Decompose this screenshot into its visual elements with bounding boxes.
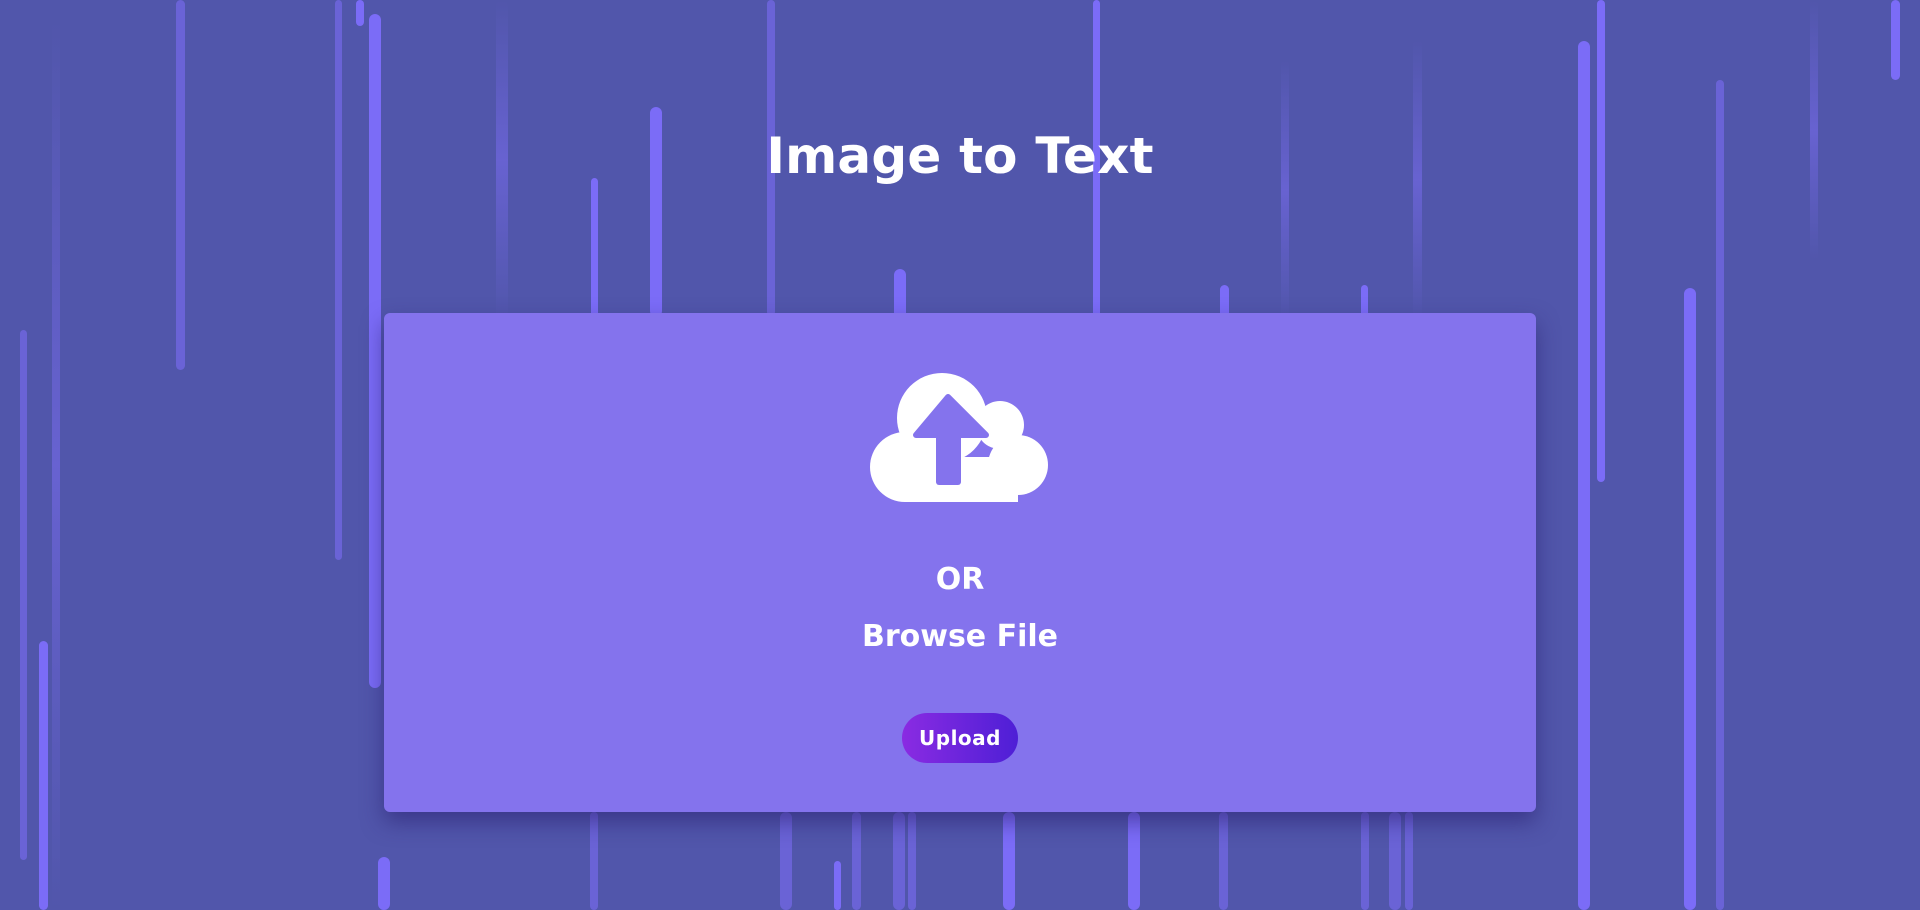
background-stripe — [1597, 0, 1605, 482]
background-stripe — [1128, 812, 1140, 910]
background-stripe — [1219, 812, 1228, 910]
background-stripe — [1405, 812, 1413, 910]
background-stripe — [590, 812, 598, 910]
page-title: Image to Text — [766, 127, 1154, 185]
background-stripe — [908, 812, 916, 910]
background-stripe — [894, 269, 906, 319]
background-stripe — [369, 14, 381, 688]
browse-file-link[interactable]: Browse File — [384, 617, 1536, 657]
background-stripe — [20, 330, 27, 860]
background-stripe — [378, 857, 390, 910]
cloud-upload-icon — [870, 373, 1048, 502]
background-stripe — [1281, 60, 1289, 320]
or-separator: OR — [935, 562, 985, 597]
background-stripe — [893, 812, 905, 910]
background-stripe — [1361, 812, 1369, 910]
upload-dropzone[interactable] — [860, 365, 1060, 515]
background-stripe — [335, 0, 342, 560]
background-stripe — [356, 0, 364, 26]
background-stripe — [39, 641, 48, 910]
background-stripe — [852, 812, 861, 910]
background-stripe — [1716, 80, 1724, 910]
background-stripe — [1684, 288, 1696, 910]
background-stripe — [780, 812, 792, 910]
background-stripe — [834, 861, 841, 910]
background-stripe — [1389, 812, 1401, 910]
upload-panel[interactable]: OR Browse File Upload — [384, 313, 1536, 812]
background-stripe — [1003, 812, 1015, 910]
background-stripe — [591, 178, 598, 318]
page: Image to Text OR Browse File Upload — [0, 0, 1920, 910]
upload-button[interactable]: Upload — [902, 713, 1018, 763]
background-stripe — [1891, 0, 1900, 80]
